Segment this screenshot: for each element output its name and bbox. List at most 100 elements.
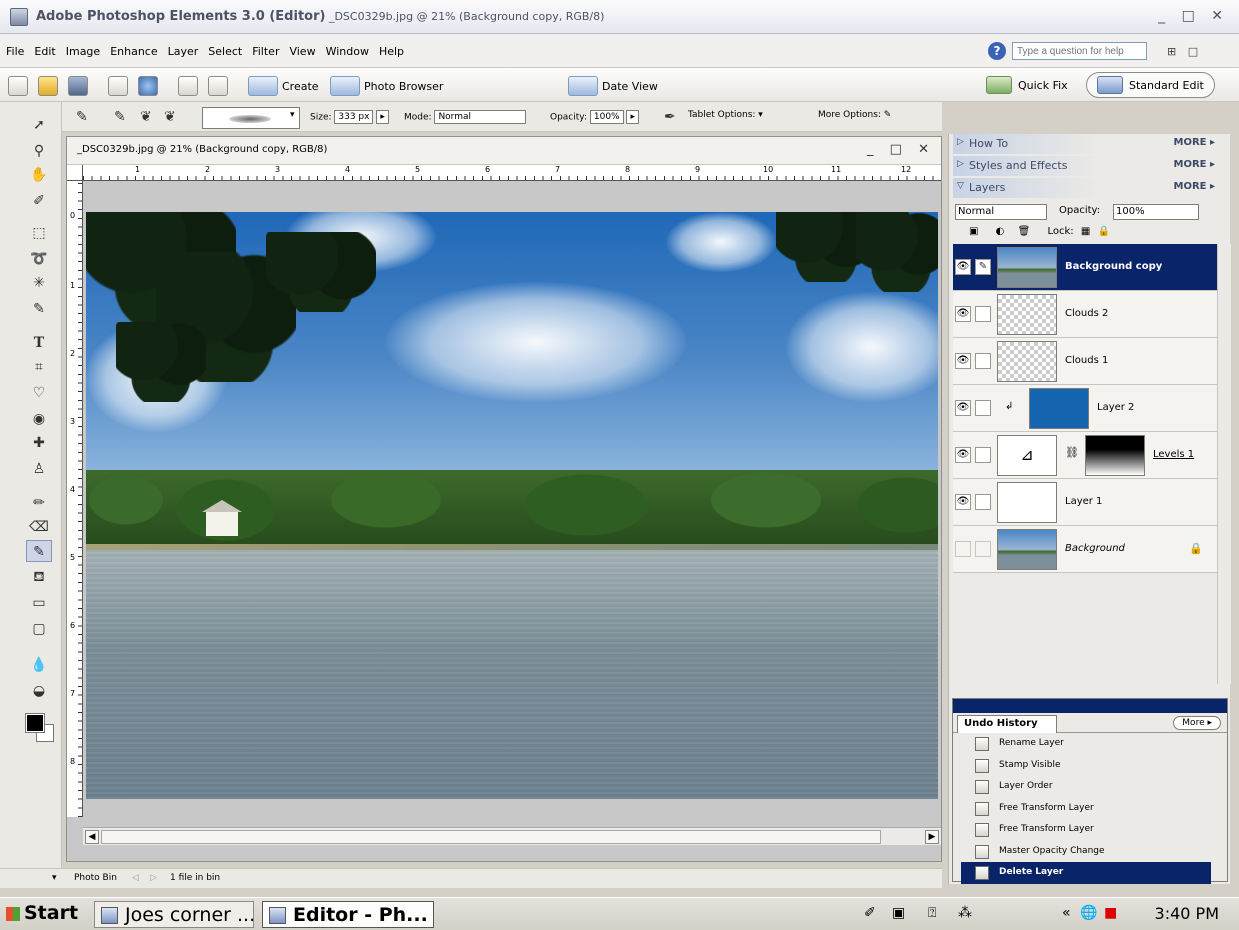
howto-palette-header[interactable]: ▷ How To MORE ▸ <box>953 134 1223 154</box>
layers-scrollbar[interactable] <box>1217 244 1231 684</box>
styles-palette-header[interactable]: ▷ Styles and Effects MORE ▸ <box>953 156 1223 176</box>
menu-filter[interactable]: Filter <box>252 45 279 58</box>
new-layer-icon[interactable]: ▣ <box>969 226 978 237</box>
layers-palette-header[interactable]: ▽ Layers MORE ▸ <box>953 178 1223 198</box>
foreground-color-swatch[interactable] <box>25 713 45 733</box>
layer-row[interactable]: 👁 Clouds 2 <box>953 291 1217 338</box>
quick-fix-button[interactable]: Quick Fix <box>976 72 1078 98</box>
open-folder-icon[interactable] <box>38 76 58 96</box>
layer-row[interactable]: 👁 ↲ Layer 2 <box>953 385 1217 432</box>
paint-bucket-tool-icon[interactable]: ⛾ <box>26 566 52 588</box>
eyedropper-tray-icon[interactable]: ✐ <box>864 905 876 921</box>
menu-file[interactable]: File <box>6 45 24 58</box>
photo-bin-label[interactable]: Photo Bin <box>74 873 117 883</box>
network-tray-icon[interactable]: ⁂ <box>958 905 972 921</box>
menu-image[interactable]: Image <box>66 45 100 58</box>
lock-transparency-icon[interactable]: ▦ <box>1081 226 1090 237</box>
marquee-tool-icon[interactable]: ⬚ <box>26 222 52 244</box>
window-controls[interactable]: _ □ ✕ <box>1158 8 1229 24</box>
menu-enhance[interactable]: Enhance <box>110 45 157 58</box>
date-view-button[interactable]: Date View <box>568 76 658 96</box>
zoom-tool-icon[interactable]: ⚲ <box>26 140 52 162</box>
link-box[interactable] <box>975 306 991 322</box>
brush-tool-icon[interactable]: ✎ <box>26 540 52 562</box>
impressionist-brush-icon[interactable]: ❦ <box>140 109 152 125</box>
help-tray-icon[interactable]: ⍰ <box>928 905 936 921</box>
help-icon[interactable]: ? <box>988 42 1006 60</box>
horizontal-scrollbar[interactable]: ◀ ▶ <box>83 827 941 845</box>
layer-row[interactable]: Background 🔒 <box>953 526 1217 573</box>
brush-mode-icon[interactable]: ✎ <box>114 109 126 125</box>
layer-row[interactable]: 👁 ✎ Background copy <box>953 244 1217 291</box>
palette-toggle-icon[interactable]: ⊞ □ <box>1167 45 1202 58</box>
menu-view[interactable]: View <box>289 45 315 58</box>
cookie-cutter-tool-icon[interactable]: ♡ <box>26 382 52 404</box>
standard-edit-button[interactable]: Standard Edit <box>1086 72 1215 98</box>
history-item[interactable]: Free Transform Layer <box>961 798 1211 820</box>
howto-more-button[interactable]: MORE ▸ <box>1174 137 1216 148</box>
menu-help[interactable]: Help <box>379 45 404 58</box>
red-eye-tool-icon[interactable]: ◉ <box>26 408 52 430</box>
healing-brush-tool-icon[interactable]: ✚ <box>26 432 52 454</box>
menu-edit[interactable]: Edit <box>34 45 55 58</box>
undo-icon[interactable] <box>178 76 198 96</box>
delete-layer-icon[interactable]: 🗑 <box>1018 226 1031 237</box>
lasso-tool-icon[interactable]: ➰ <box>26 248 52 270</box>
visibility-eye-icon[interactable]: 👁 <box>955 259 971 275</box>
menu-layer[interactable]: Layer <box>168 45 199 58</box>
gradient-tool-icon[interactable]: ▭ <box>26 592 52 614</box>
create-button[interactable]: Create <box>248 76 319 96</box>
opacity-slider-arrow[interactable]: ▸ <box>626 110 640 124</box>
visibility-eye-icon[interactable]: 👁 <box>955 447 971 463</box>
layer-row[interactable]: 👁 Layer 1 <box>953 479 1217 526</box>
tablet-options[interactable]: Tablet Options: ▾ <box>688 110 763 120</box>
layers-more-button[interactable]: MORE ▸ <box>1174 181 1216 192</box>
blend-mode-select[interactable]: Normal <box>955 204 1047 220</box>
history-item[interactable]: Layer Order <box>961 776 1211 798</box>
brush-dropdown-icon[interactable]: ▾ <box>290 110 295 120</box>
history-item[interactable]: Rename Layer <box>961 733 1211 755</box>
size-slider-arrow[interactable]: ▸ <box>376 110 389 124</box>
alert-tray-icon[interactable]: ■ <box>1104 905 1117 921</box>
horizontal-ruler[interactable]: 1 2 3 4 5 6 7 8 9 10 11 12 <box>83 165 941 181</box>
pencil-tool-icon[interactable]: ✏ <box>26 492 52 514</box>
history-item[interactable]: Master Opacity Change <box>961 841 1211 863</box>
layer-opacity-input[interactable]: 100% <box>1113 204 1199 220</box>
display-tray-icon[interactable]: ▣ <box>892 905 905 921</box>
document-controls[interactable]: _ □ ✕ <box>867 142 935 157</box>
clone-stamp-tool-icon[interactable]: ♙ <box>26 458 52 480</box>
more-options[interactable]: More Options: ✎ <box>818 110 891 120</box>
color-replacement-icon[interactable]: ❦ <box>164 109 176 125</box>
undo-history-tab[interactable]: Undo History <box>957 715 1057 733</box>
mode-select[interactable]: Normal <box>434 110 527 124</box>
move-tool-icon[interactable]: ➚ <box>26 114 52 136</box>
menu-select[interactable]: Select <box>208 45 242 58</box>
scroll-right-arrow-icon[interactable]: ▶ <box>925 830 939 844</box>
visibility-box[interactable] <box>955 541 971 557</box>
visibility-eye-icon[interactable]: 👁 <box>955 494 971 510</box>
taskbar-item[interactable]: Editor - Ph... <box>262 901 434 928</box>
eraser-tool-icon[interactable]: ⌫ <box>26 516 52 538</box>
taskbar-item[interactable]: Joes corner ... <box>94 901 254 928</box>
link-box[interactable] <box>975 447 991 463</box>
hand-tool-icon[interactable]: ✋ <box>26 164 52 186</box>
save-icon[interactable] <box>68 76 88 96</box>
start-button[interactable]: Start <box>4 902 86 927</box>
shape-tool-icon[interactable]: ▢ <box>26 618 52 640</box>
eyedropper-tool-icon[interactable]: ✐ <box>26 190 52 212</box>
history-item[interactable]: Delete Layer <box>961 862 1211 884</box>
crop-tool-icon[interactable]: ⌗ <box>26 356 52 378</box>
layer-row[interactable]: 👁 Clouds 1 <box>953 338 1217 385</box>
online-services-icon[interactable] <box>138 76 158 96</box>
redo-icon[interactable] <box>208 76 228 96</box>
menu-window[interactable]: Window <box>326 45 369 58</box>
link-box[interactable] <box>975 541 991 557</box>
size-input[interactable]: 333 px <box>334 110 374 124</box>
history-item[interactable]: Free Transform Layer <box>961 819 1211 841</box>
new-file-icon[interactable] <box>8 76 28 96</box>
type-tool-icon[interactable]: T <box>26 332 52 354</box>
selection-brush-tool-icon[interactable]: ✎ <box>26 298 52 320</box>
magic-wand-tool-icon[interactable]: ✳ <box>26 272 52 294</box>
link-box[interactable] <box>975 400 991 416</box>
lock-all-icon[interactable]: 🔒 <box>1097 226 1109 237</box>
